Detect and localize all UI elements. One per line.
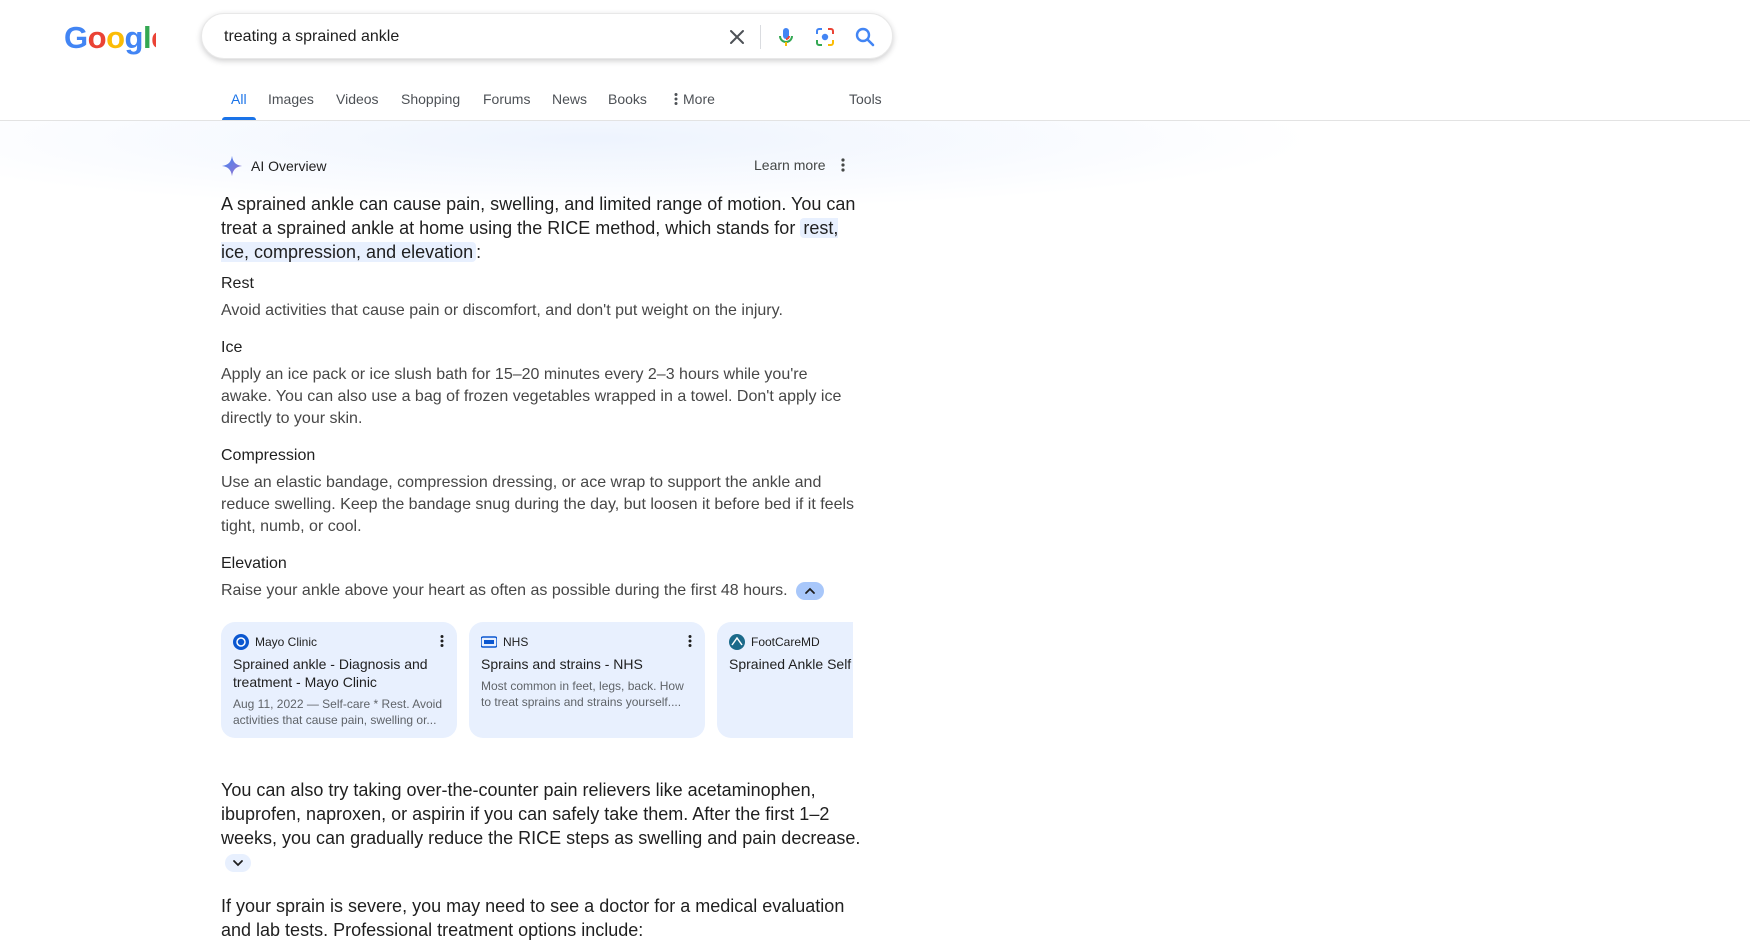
active-tab-indicator [222, 117, 256, 120]
clear-icon[interactable] [725, 25, 749, 49]
section-body-rest: Avoid activities that cause pain or disc… [221, 302, 783, 319]
tab-shopping[interactable]: Shopping [401, 91, 460, 107]
expand-button[interactable] [225, 854, 251, 873]
source-snippet: Most common in feet, legs, back. How to … [481, 679, 684, 709]
search-icon[interactable] [853, 25, 877, 49]
search-box [201, 13, 893, 59]
source-site: FootCareMD [729, 634, 853, 650]
source-cards: Mayo Clinic Sprained ankle - Diagnosis a… [221, 622, 853, 738]
ai-overview-lead: A sprained ankle can cause pain, swellin… [221, 192, 861, 264]
source-site: NHS [481, 634, 693, 650]
source-card-mayo[interactable]: Mayo Clinic Sprained ankle - Diagnosis a… [221, 622, 457, 738]
sparkle-icon [221, 155, 243, 177]
source-title: Sprains and strains - NHS [481, 656, 643, 672]
tab-more-label: More [683, 91, 715, 107]
collapse-sources-button[interactable] [796, 581, 824, 600]
lead-end: : [476, 242, 482, 262]
ai-overview-paragraph-1: You can also try taking over-the-counter… [221, 778, 861, 874]
tab-books[interactable]: Books [608, 91, 647, 107]
tools-button[interactable]: Tools [849, 91, 882, 107]
section-body-ice: Apply an ice pack or ice slush bath for … [221, 366, 842, 427]
tab-all[interactable]: All [231, 91, 247, 107]
more-vert-icon [674, 93, 678, 105]
section-title-compression: Compression [221, 447, 316, 464]
section-body-elevation: Raise your ankle above your heart as oft… [221, 580, 861, 602]
search-divider [760, 25, 761, 49]
source-card-footcaremd[interactable]: FootCareMD Sprained Ankle Self Treatment… [717, 622, 853, 738]
section-title-ice: Ice [221, 339, 243, 356]
elevation-text: Raise your ankle above your heart as oft… [221, 582, 788, 599]
tab-more[interactable]: More [674, 91, 715, 107]
section-body-compression: Use an elastic bandage, compression dres… [221, 474, 855, 535]
section-title-rest: Rest [221, 275, 254, 292]
source-site-name: NHS [503, 635, 529, 649]
source-card-nhs[interactable]: NHS Sprains and strains - NHS Most commo… [469, 622, 705, 738]
nhs-favicon [481, 636, 497, 648]
microphone-icon[interactable] [774, 25, 798, 49]
mayo-clinic-favicon [233, 634, 249, 650]
google-logo[interactable]: Google [64, 20, 156, 56]
tab-videos[interactable]: Videos [336, 91, 379, 107]
search-input[interactable] [222, 25, 706, 49]
ai-overview-menu-icon[interactable] [840, 157, 846, 173]
footcaremd-favicon [729, 634, 745, 650]
ai-overview-title: AI Overview [251, 158, 327, 174]
source-title: Sprained Ankle Self Treatment | FootCare… [729, 656, 853, 672]
tab-forums[interactable]: Forums [483, 91, 530, 107]
chevron-down-icon [233, 860, 243, 867]
section-title-elevation: Elevation [221, 555, 287, 572]
card-menu-icon[interactable] [687, 634, 693, 648]
lead-text: A sprained ankle can cause pain, swellin… [221, 194, 856, 238]
source-site: Mayo Clinic [233, 634, 445, 650]
tab-images[interactable]: Images [268, 91, 314, 107]
source-title: Sprained ankle - Diagnosis and treatment… [233, 656, 428, 690]
ai-overview-header: AI Overview [221, 154, 326, 178]
card-menu-icon[interactable] [439, 634, 445, 648]
source-snippet: Aug 11, 2022 — Self-care * Rest. Avoid a… [233, 697, 443, 727]
learn-more-link[interactable]: Learn more [754, 157, 826, 173]
chevron-up-icon [805, 587, 815, 594]
header: Google All Images Videos Shoppi [0, 0, 1750, 121]
camera-lens-icon[interactable] [813, 25, 837, 49]
source-site-name: Mayo Clinic [255, 635, 318, 649]
paragraph-1-text: You can also try taking over-the-counter… [221, 780, 861, 848]
source-site-name: FootCareMD [751, 635, 820, 649]
tab-news[interactable]: News [552, 91, 587, 107]
svg-text:Google: Google [64, 20, 156, 55]
